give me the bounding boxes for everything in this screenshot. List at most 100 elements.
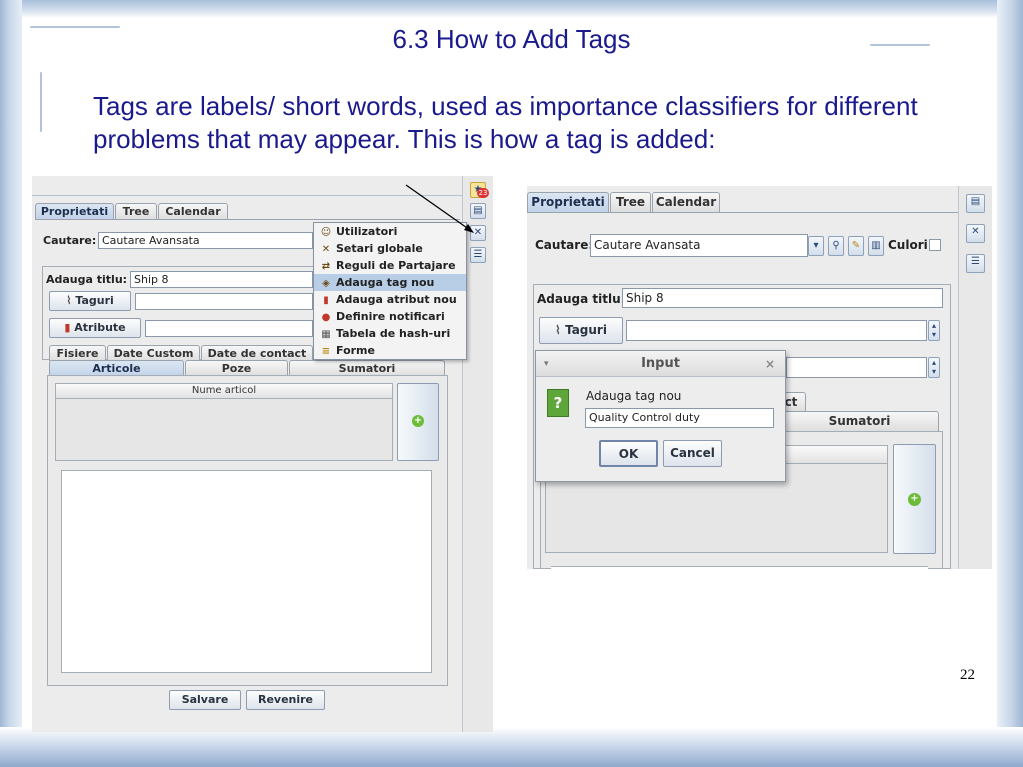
- menu-item-label: Setari globale: [336, 242, 423, 255]
- dialog-message: Adauga tag nou: [586, 389, 682, 403]
- menu-item-label: Utilizatori: [336, 225, 398, 238]
- close-icon[interactable]: ×: [765, 351, 775, 377]
- tag-name-input[interactable]: Quality Control duty: [585, 408, 774, 428]
- tab-calendar[interactable]: Calendar: [158, 203, 228, 219]
- paperclip-icon: ⌇: [66, 294, 76, 307]
- details-area-edge: [551, 566, 928, 569]
- search-field[interactable]: Cautare Avansata: [98, 232, 313, 249]
- attributes-field[interactable]: [145, 320, 313, 337]
- menu-item-label: Adauga tag nou: [336, 276, 435, 289]
- tools-icon[interactable]: ✕: [966, 224, 985, 243]
- tab-proprietati[interactable]: Proprietati: [527, 192, 609, 212]
- frame-stroke: [40, 72, 42, 132]
- tab-baseline: [527, 212, 958, 213]
- share-icon: ⇄: [321, 261, 331, 272]
- users-icon: ☺: [320, 227, 332, 238]
- address-book-icon[interactable]: ☰: [470, 247, 486, 263]
- right-side-toolbar: [958, 186, 992, 569]
- title-input[interactable]: Ship 8: [130, 271, 313, 288]
- menu-item-tabela-de-hash-uri[interactable]: ▦ Tabela de hash-uri: [314, 325, 466, 342]
- tab-sumatori[interactable]: Sumatori: [780, 411, 939, 431]
- search-label: Cautare:: [535, 238, 594, 252]
- menu-item-label: Reguli de Partajare: [336, 259, 456, 272]
- tags-button-label: Taguri: [75, 294, 114, 307]
- add-article-button[interactable]: +: [893, 444, 936, 554]
- menu-item-adauga-atribut-nou[interactable]: ▮ Adauga atribut nou: [314, 291, 466, 308]
- tag-icon: ◈: [322, 278, 330, 289]
- hash-table-icon: ▦: [321, 329, 331, 340]
- dialog-title: Input: [641, 356, 680, 371]
- tags-button[interactable]: ⌇ Taguri: [539, 317, 623, 344]
- slide-body-text: Tags are labels/ short words, used as im…: [93, 91, 918, 154]
- tab-proprietati[interactable]: Proprietati: [35, 203, 114, 219]
- menu-item-label: Forme: [336, 344, 375, 357]
- edit-icon[interactable]: ✎: [848, 236, 864, 256]
- search-icon[interactable]: ⚲: [828, 236, 844, 256]
- title-input[interactable]: Ship 8: [622, 288, 943, 308]
- search-field[interactable]: Cautare Avansata: [590, 234, 808, 257]
- menu-item-label: Tabela de hash-uri: [336, 327, 451, 340]
- slide-frame-bottom: [0, 727, 1023, 767]
- tags-field[interactable]: [626, 320, 927, 341]
- menu-item-label: Definire notificari: [336, 310, 445, 323]
- attribute-icon: ▮: [64, 321, 75, 334]
- save-button[interactable]: Salvare: [169, 690, 241, 710]
- tab-sumatori[interactable]: Sumatori: [289, 360, 445, 376]
- page-number: 22: [960, 667, 975, 683]
- attributes-spinner[interactable]: ▴ ▾: [928, 357, 940, 378]
- tab-calendar[interactable]: Calendar: [652, 192, 720, 212]
- ok-button[interactable]: OK: [599, 440, 658, 467]
- tags-field[interactable]: [135, 293, 313, 310]
- title-label: Adauga titlu:: [537, 292, 626, 306]
- colors-checkbox[interactable]: [929, 239, 941, 251]
- admin-menu: ☺ Utilizatori ✕ Setari globale ⇄ Reguli de …: [313, 222, 467, 360]
- tab-poze[interactable]: Poze: [185, 360, 288, 376]
- revert-button[interactable]: Revenire: [246, 690, 325, 710]
- menu-item-label: Adauga atribut nou: [336, 293, 457, 306]
- dialog-titlebar: ▾ Input ×: [536, 351, 785, 377]
- menu-item-setari-globale[interactable]: ✕ Setari globale: [314, 240, 466, 257]
- attributes-field[interactable]: [786, 357, 927, 378]
- paperclip-icon: ⌇: [555, 323, 566, 337]
- colors-label: Culori: [888, 238, 928, 252]
- tags-button[interactable]: ⌇ Taguri: [49, 291, 131, 311]
- trash-icon[interactable]: ▥: [868, 236, 884, 256]
- address-book-icon[interactable]: ☰: [966, 254, 985, 273]
- dropdown-arrow-icon[interactable]: ▾: [808, 236, 824, 256]
- menu-item-reguli-de-partajare[interactable]: ⇄ Reguli de Partajare: [314, 257, 466, 274]
- question-icon: ?: [547, 389, 569, 417]
- title-label: Adauga titlu:: [46, 273, 128, 286]
- forms-icon: ≡: [321, 346, 331, 357]
- tags-button-label: Taguri: [565, 323, 607, 337]
- add-circle-icon: +: [908, 493, 921, 506]
- add-article-button[interactable]: +: [397, 383, 439, 461]
- calendar-icon[interactable]: ▤: [966, 194, 985, 213]
- search-label: Cautare:: [43, 234, 97, 247]
- window-menu-icon[interactable]: ▾: [544, 351, 549, 377]
- tab-tree[interactable]: Tree: [610, 192, 651, 212]
- notification-icon: ●: [321, 312, 331, 323]
- menu-item-adauga-tag-nou[interactable]: ◈ Adauga tag nou: [314, 274, 466, 291]
- column-header-nume-articol[interactable]: Nume articol: [56, 384, 392, 399]
- tags-spinner[interactable]: ▴ ▾: [928, 320, 940, 341]
- attributes-button[interactable]: ▮ Atribute: [49, 318, 141, 338]
- menu-item-forme[interactable]: ≡ Forme: [314, 342, 466, 359]
- slide-frame-left: [0, 0, 22, 767]
- tab-date-de-contact[interactable]: Date de contact: [201, 345, 313, 361]
- annotation-arrow: [405, 184, 474, 233]
- tab-fisiere[interactable]: Fisiere: [49, 345, 106, 361]
- tools-icon: ✕: [321, 244, 331, 255]
- slide-frame-top: [0, 0, 1023, 18]
- tab-baseline: [35, 219, 460, 220]
- add-circle-icon: +: [412, 415, 424, 427]
- tab-date-custom[interactable]: Date Custom: [107, 345, 200, 361]
- cancel-button[interactable]: Cancel: [663, 440, 722, 467]
- tab-articole[interactable]: Articole: [49, 360, 184, 376]
- tab-tree[interactable]: Tree: [115, 203, 157, 219]
- divider: [32, 195, 462, 196]
- menu-item-definire-notificari[interactable]: ● Definire notificari: [314, 308, 466, 325]
- slide-title: 6.3 How to Add Tags: [392, 24, 631, 54]
- article-details-area[interactable]: [61, 470, 432, 673]
- input-dialog: ▾ Input × ? Adauga tag nou Quality Contr…: [535, 350, 786, 482]
- slide-frame-right: [997, 0, 1023, 767]
